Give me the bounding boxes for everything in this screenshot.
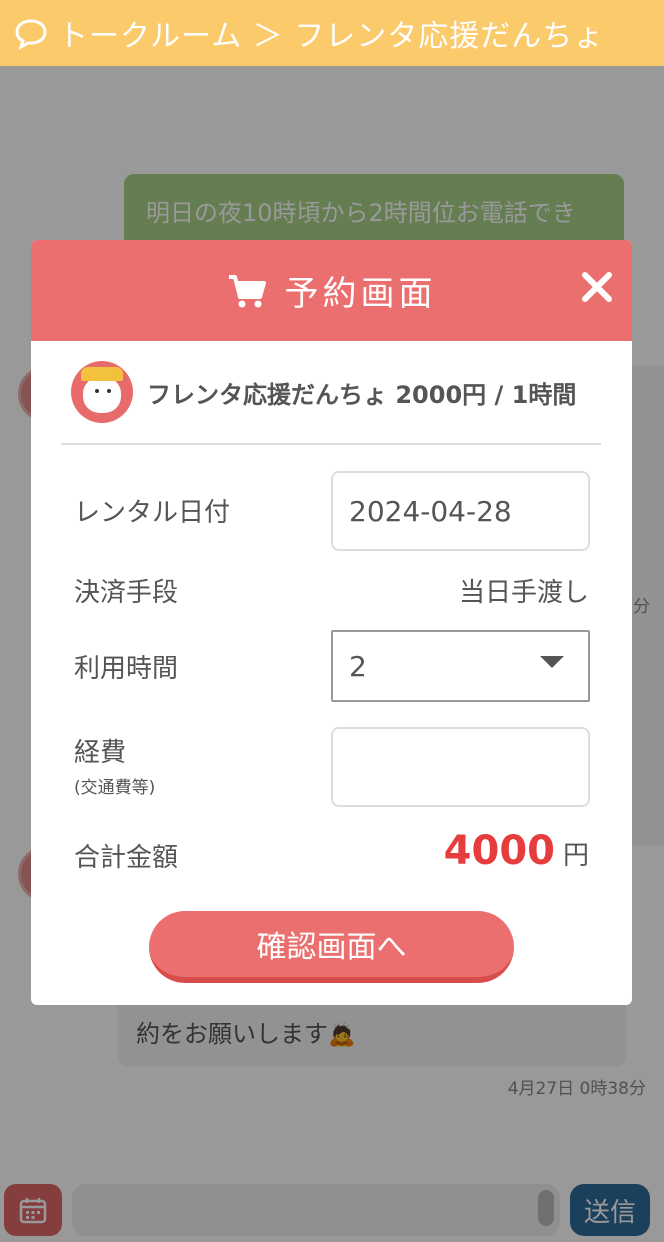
expense-field[interactable] (331, 727, 590, 807)
expense-label: 経費 (74, 738, 127, 768)
mascot-avatar (71, 361, 133, 423)
app-header: トークルーム ＞ フレンタ応援だんちょ (0, 0, 664, 66)
total-unit: 円 (562, 841, 589, 871)
rental-summary: フレンタ応援だんちょ 2000円 / 1時間 (61, 341, 601, 445)
reservation-modal: 予約画面 フレンタ応援だんちょ 2000円 / 1時間 レンタル日付 決済手段 … (31, 240, 632, 1005)
time-select-value: 2 (349, 649, 367, 683)
speech-bubble-icon (15, 19, 47, 50)
modal-title: 予約画面 (284, 274, 437, 314)
total-price: 4000 円 (444, 828, 589, 874)
chevron-down-icon (540, 656, 564, 668)
date-field[interactable] (331, 471, 590, 551)
payment-label: 決済手段 (74, 578, 179, 608)
payment-value: 当日手渡し (458, 578, 589, 608)
rental-info-text: フレンタ応援だんちょ 2000円 / 1時間 (147, 380, 577, 409)
total-amount: 4000 (443, 828, 555, 874)
modal-header: 予約画面 (31, 240, 632, 341)
breadcrumb-title[interactable]: トークルーム ＞ フレンタ応援だんちょ (58, 11, 604, 55)
cart-icon (228, 274, 266, 307)
date-label: レンタル日付 (74, 498, 231, 528)
total-label: 合計金額 (74, 843, 179, 873)
time-select[interactable]: 2 (331, 630, 590, 702)
expense-sublabel: (交通費等) (74, 778, 156, 798)
time-label: 利用時間 (74, 654, 179, 684)
confirm-button[interactable]: 確認画面へ (149, 911, 514, 983)
close-icon[interactable] (580, 270, 614, 304)
